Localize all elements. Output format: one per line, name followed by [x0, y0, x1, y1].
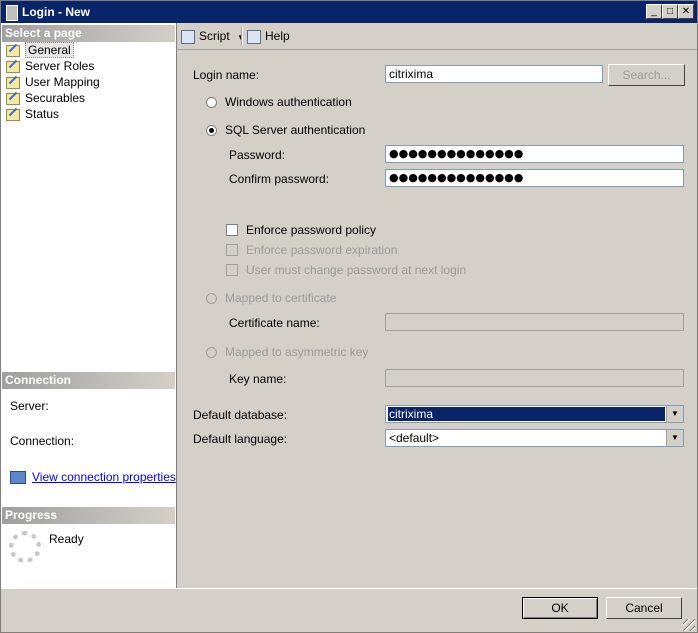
password-field[interactable]: ●●●●●●●●●●●●●●	[385, 145, 684, 163]
confirm-password-field[interactable]: ●●●●●●●●●●●●●●	[385, 169, 684, 187]
login-name-label: Login name:	[193, 68, 260, 82]
cert-name-label: Certificate name:	[229, 316, 320, 330]
dialog-footer: OK Cancel	[1, 588, 697, 633]
chevron-down-icon[interactable]: ▼	[666, 430, 683, 446]
mapped-cert-radio[interactable]	[206, 293, 217, 304]
script-label: Script	[199, 29, 230, 43]
connection-label: Connection:	[10, 434, 75, 448]
view-connection-link[interactable]: View connection properties	[32, 470, 176, 484]
page-icon	[6, 108, 20, 121]
progress-status: Ready	[49, 532, 84, 546]
windows-auth-label[interactable]: Windows authentication	[225, 95, 352, 109]
password-label: Password:	[229, 148, 286, 162]
page-icon	[6, 60, 20, 73]
page-general[interactable]: General	[6, 42, 74, 58]
sql-auth-label[interactable]: SQL Server authentication	[225, 123, 365, 137]
must-change-checkbox[interactable]	[226, 264, 238, 276]
minimize-button[interactable]: _	[646, 4, 662, 19]
resize-grip-icon[interactable]	[683, 619, 695, 631]
help-button[interactable]: Help	[247, 28, 290, 44]
mapped-cert-label: Mapped to certificate	[225, 291, 337, 305]
search-button[interactable]: Search...	[608, 64, 685, 86]
page-icon	[6, 92, 20, 105]
cancel-button[interactable]: Cancel	[606, 597, 682, 619]
sql-auth-radio[interactable]	[206, 125, 217, 136]
page-icon	[6, 44, 20, 57]
ok-button[interactable]: OK	[522, 597, 598, 619]
default-db-value: citrixima	[388, 407, 665, 421]
page-user-mapping[interactable]: User Mapping	[6, 74, 100, 90]
toolbar-separator	[241, 27, 243, 45]
general-page: Login name: citrixima Search... Windows …	[177, 49, 697, 589]
app-icon	[6, 5, 18, 21]
connection-header: Connection	[2, 372, 175, 389]
key-name-label: Key name:	[229, 372, 287, 386]
view-connection-properties[interactable]: View connection properties	[10, 470, 176, 485]
title-bar[interactable]: Login - New _ □ ✕	[1, 1, 697, 23]
login-new-dialog: Login - New _ □ ✕ Select a page General …	[0, 0, 698, 633]
close-button[interactable]: ✕	[678, 4, 694, 19]
progress-spinner-icon	[9, 531, 41, 563]
default-db-select[interactable]: citrixima ▼	[385, 405, 684, 423]
help-label: Help	[265, 29, 290, 43]
window-title: Login - New	[22, 5, 90, 19]
help-icon	[247, 29, 261, 44]
confirm-password-label: Confirm password:	[229, 172, 330, 186]
default-db-label: Default database:	[193, 408, 288, 422]
select-page-header: Select a page	[2, 25, 175, 42]
must-change-label: User must change password at next login	[246, 263, 467, 277]
script-icon	[181, 29, 195, 44]
page-status[interactable]: Status	[6, 106, 59, 122]
maximize-button[interactable]: □	[662, 4, 678, 19]
windows-auth-radio[interactable]	[206, 97, 217, 108]
page-server-roles[interactable]: Server Roles	[6, 58, 94, 74]
enforce-policy-label[interactable]: Enforce password policy	[246, 223, 376, 237]
cert-name-input[interactable]	[385, 313, 684, 331]
page-icon	[6, 76, 20, 89]
enforce-expiration-checkbox[interactable]	[226, 244, 238, 256]
script-button[interactable]: Script ▼	[181, 28, 245, 44]
page-securables[interactable]: Securables	[6, 90, 85, 106]
login-name-input[interactable]: citrixima	[385, 65, 603, 83]
progress-header: Progress	[2, 507, 175, 524]
mapped-key-radio[interactable]	[206, 347, 217, 358]
sidebar: Select a page General Server Roles User …	[1, 23, 177, 588]
mapped-key-label: Mapped to asymmetric key	[225, 345, 369, 359]
default-lang-select[interactable]: <default> ▼	[385, 429, 684, 447]
key-name-input[interactable]	[385, 369, 684, 387]
enforce-policy-checkbox[interactable]	[226, 224, 238, 236]
default-lang-value: <default>	[389, 431, 440, 445]
server-label: Server:	[10, 399, 49, 413]
enforce-expiration-label: Enforce password expiration	[246, 243, 398, 257]
connection-properties-icon	[10, 471, 26, 485]
toolbar: Script ▼ Help	[177, 23, 697, 49]
default-lang-label: Default language:	[193, 432, 288, 446]
chevron-down-icon[interactable]: ▼	[666, 406, 683, 422]
